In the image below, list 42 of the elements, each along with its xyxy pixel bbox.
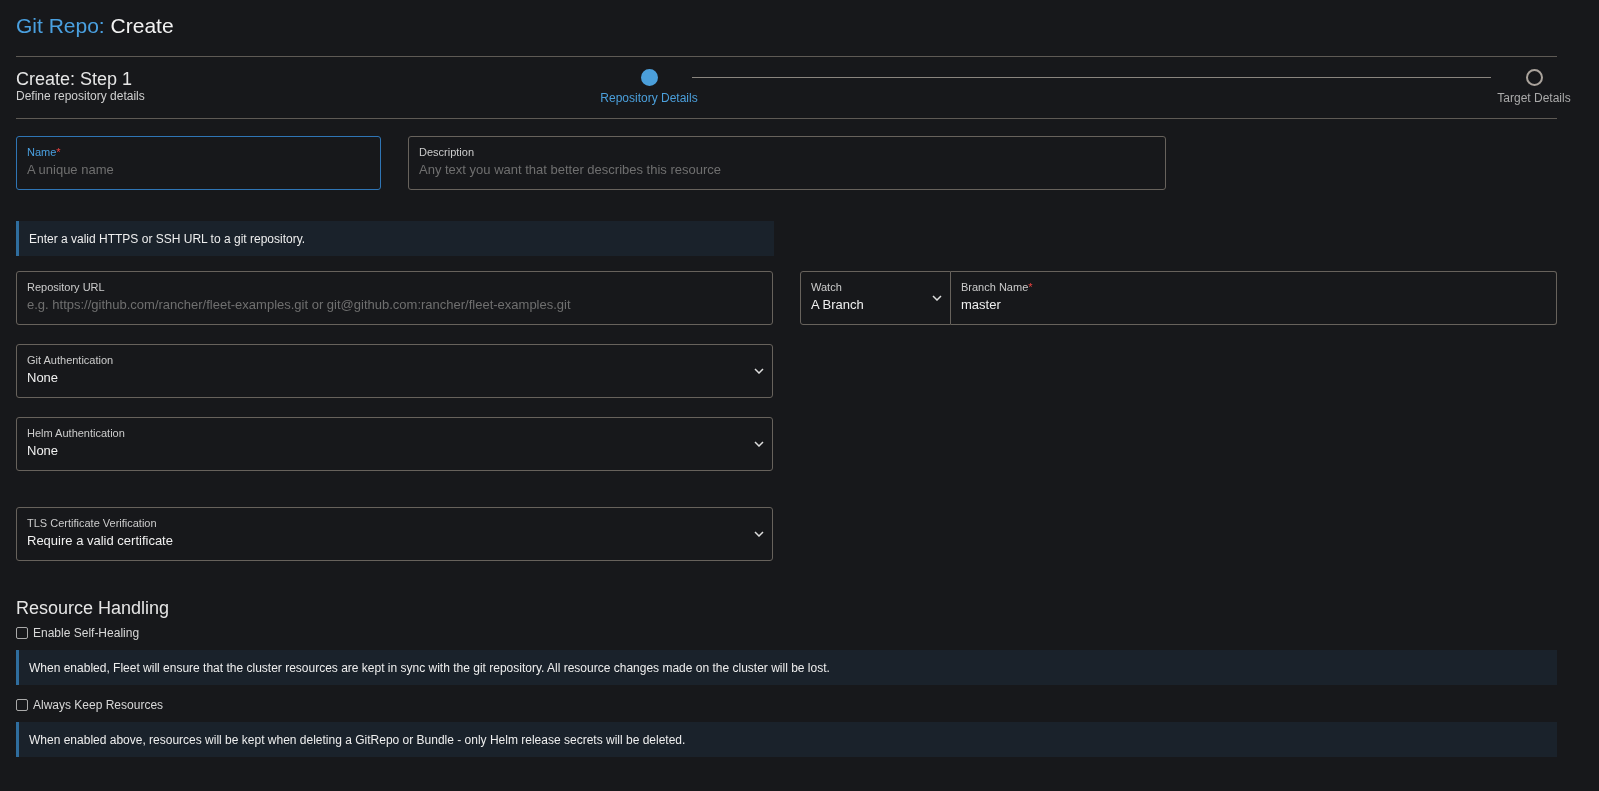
page-title: Git Repo: Create	[16, 13, 175, 39]
select-field[interactable]: TLS Certificate Verification Require a valid certificate	[16, 507, 773, 561]
placeholder-text: e.g. https://github.com/rancher/fleet-examples.git or git@github.com:rancher/fleet-examples.git	[27, 297, 571, 312]
section-title: Resource Handling	[16, 598, 171, 619]
step-indicator-icon[interactable]	[640, 69, 658, 86]
checkbox[interactable]	[16, 627, 28, 639]
field-label: Branch Name*	[961, 281, 1033, 293]
step-label[interactable]: Target Details	[1497, 91, 1571, 105]
select-value: None	[27, 370, 59, 385]
placeholder-text: A unique name	[27, 162, 114, 177]
text-field[interactable]: Name* A unique name	[16, 136, 381, 190]
field-label: Watch	[811, 281, 842, 293]
select-value: Require a valid certificate	[27, 533, 173, 548]
select-value: A Branch	[811, 297, 864, 312]
select-field[interactable]: Helm Authentication None	[16, 417, 773, 471]
placeholder-text: Any text you want that better describes this resource	[419, 162, 722, 177]
field-label: TLS Certificate Verification	[27, 517, 157, 529]
field-label: Repository URL	[27, 281, 105, 293]
chevron-down-icon	[754, 441, 764, 447]
field-label: Description	[419, 146, 475, 158]
text-field[interactable]: Branch Name* master	[951, 271, 1557, 325]
chevron-down-icon	[754, 531, 764, 537]
chevron-down-icon	[932, 295, 942, 301]
checkbox-label: Always Keep Resources	[33, 698, 164, 712]
field-label: Helm Authentication	[27, 427, 125, 439]
text-field[interactable]: Description Any text you want that better describes this resource	[408, 136, 1166, 190]
watch-select[interactable]: Watch A Branch	[800, 271, 951, 325]
info-banner: When enabled, Fleet will ensure that the cluster resources are kept in sync with the git repository. All resource changes made on the cluster will be lost.	[16, 650, 1557, 685]
chevron-down-icon	[754, 368, 764, 374]
step-title: Create: Step 1	[16, 69, 134, 89]
field-value: master	[961, 297, 1001, 312]
checkbox-label: Enable Self-Healing	[33, 626, 140, 640]
field-label: Git Authentication	[27, 354, 114, 366]
info-banner: When enabled above, resources will be kept when deleting a GitRepo or Bundle - only Helm release secrets will be deleted.	[16, 722, 1557, 757]
checkbox[interactable]	[16, 699, 28, 711]
select-field[interactable]: Git Authentication None	[16, 344, 773, 398]
select-value: None	[27, 443, 59, 458]
text-field[interactable]: Repository URL e.g. https://github.com/rancher/fleet-examples.git or git@github.com:rancher/fleet-examples.git	[16, 271, 773, 325]
step-label[interactable]: Repository Details	[600, 91, 698, 105]
step-indicator-icon[interactable]	[1525, 69, 1543, 86]
field-label: Name*	[27, 146, 61, 158]
info-banner: Enter a valid HTTPS or SSH URL to a git repository.	[16, 221, 774, 256]
